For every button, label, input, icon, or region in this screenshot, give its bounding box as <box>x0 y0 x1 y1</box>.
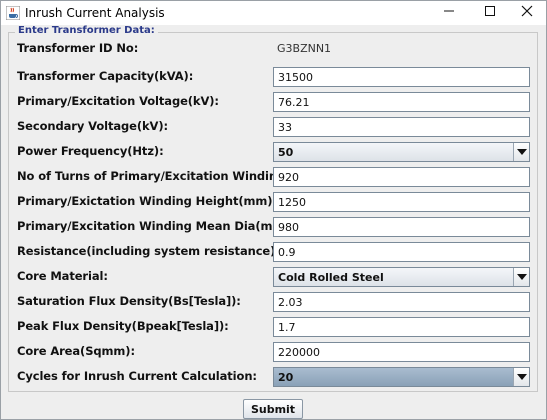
group-title: Enter Transformer Data: <box>15 25 158 36</box>
window-title: Inrush Current Analysis <box>25 6 165 20</box>
secondary-voltage-label: Secondary Voltage(kV): <box>17 119 169 133</box>
close-icon <box>521 4 533 22</box>
row-resistance: Resistance(including system resistance):… <box>17 242 537 262</box>
secondary-voltage-input[interactable]: 33 <box>273 117 530 137</box>
minimize-button[interactable] <box>430 1 468 25</box>
core-area-label: Core Area(Sqmm): <box>17 344 135 358</box>
peak-flux-label: Peak Flux Density(Bpeak[Tesla]): <box>17 319 229 333</box>
minimize-icon <box>443 4 455 22</box>
java-cup-icon <box>5 5 21 21</box>
row-core-material: Core Material: Cold Rolled Steel <box>17 267 537 287</box>
primary-voltage-input[interactable]: 76.21 <box>273 92 530 112</box>
row-winding-mean-dia: Primary/Excitation Winding Mean Dia(mm):… <box>17 217 537 237</box>
primary-voltage-label: Primary/Excitation Voltage(kV): <box>17 94 219 108</box>
row-inrush-cycles: Cycles for Inrush Current Calculation: 2… <box>17 367 537 387</box>
power-frequency-label: Power Frequency(Htz): <box>17 144 164 158</box>
chevron-down-icon[interactable] <box>513 368 529 386</box>
peak-flux-input[interactable]: 1.7 <box>273 317 530 337</box>
core-material-value: Cold Rolled Steel <box>278 271 384 284</box>
maximize-button[interactable] <box>471 1 509 25</box>
winding-height-label: Primary/Exictation Winding Height(mm): <box>17 194 277 208</box>
core-area-input[interactable]: 220000 <box>273 342 530 362</box>
maximize-icon <box>484 4 496 22</box>
row-core-area: Core Area(Sqmm): 220000 <box>17 342 537 362</box>
row-power-frequency: Power Frequency(Htz): 50 <box>17 142 537 162</box>
row-winding-height: Primary/Exictation Winding Height(mm): 1… <box>17 192 537 212</box>
transformer-id-value: G3BZNN1 <box>277 42 332 55</box>
core-material-label: Core Material: <box>17 269 108 283</box>
saturation-flux-input[interactable]: 2.03 <box>273 292 530 312</box>
submit-button[interactable]: Submit <box>243 399 303 419</box>
row-transformer-id: Transformer ID No: G3BZNN1 <box>17 39 537 59</box>
resistance-input[interactable]: 0.9 <box>273 242 530 262</box>
winding-mean-dia-label: Primary/Excitation Winding Mean Dia(mm): <box>17 219 294 233</box>
content-panel: Enter Transformer Data: Transformer ID N… <box>1 25 546 419</box>
inrush-cycles-value: 20 <box>278 371 294 384</box>
row-turns: No of Turns of Primary/Excitation Windin… <box>17 167 537 187</box>
chevron-down-icon[interactable] <box>513 143 529 161</box>
winding-height-input[interactable]: 1250 <box>273 192 530 212</box>
transformer-capacity-label: Transformer Capacity(kVA): <box>17 69 194 83</box>
turns-input[interactable]: 920 <box>273 167 530 187</box>
power-frequency-select[interactable]: 50 <box>273 142 530 162</box>
inrush-cycles-label: Cycles for Inrush Current Calculation: <box>17 369 257 383</box>
winding-mean-dia-input[interactable]: 980 <box>273 217 530 237</box>
title-bar[interactable]: Inrush Current Analysis <box>1 1 546 25</box>
transformer-id-label: Transformer ID No: <box>17 41 139 55</box>
resistance-label: Resistance(including system resistance): <box>17 244 280 258</box>
core-material-select[interactable]: Cold Rolled Steel <box>273 267 530 287</box>
transformer-capacity-input[interactable]: 31500 <box>273 67 530 87</box>
row-saturation-flux: Saturation Flux Density(Bs[Tesla]): 2.03 <box>17 292 537 312</box>
row-peak-flux: Peak Flux Density(Bpeak[Tesla]): 1.7 <box>17 317 537 337</box>
power-frequency-value: 50 <box>278 146 294 159</box>
row-transformer-capacity: Transformer Capacity(kVA): 31500 <box>17 67 537 87</box>
chevron-down-icon[interactable] <box>513 268 529 286</box>
close-button[interactable] <box>508 1 546 25</box>
saturation-flux-label: Saturation Flux Density(Bs[Tesla]): <box>17 294 241 308</box>
inrush-cycles-select[interactable]: 20 <box>273 367 530 387</box>
turns-label: No of Turns of Primary/Excitation Windin… <box>17 169 310 183</box>
row-primary-voltage: Primary/Excitation Voltage(kV): 76.21 <box>17 92 537 112</box>
row-secondary-voltage: Secondary Voltage(kV): 33 <box>17 117 537 137</box>
app-window: Inrush Current Analysis Enter Transforme… <box>0 0 547 420</box>
